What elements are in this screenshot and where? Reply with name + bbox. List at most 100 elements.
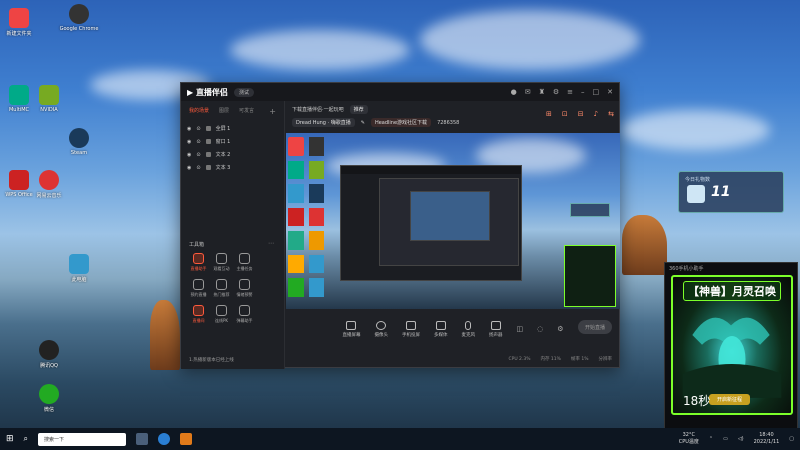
- avatar[interactable]: ●: [511, 88, 517, 96]
- tool-item[interactable]: 弹幕助手: [233, 305, 256, 324]
- edit-icon[interactable]: ✎: [361, 120, 365, 126]
- lock-icon[interactable]: ⊙: [196, 139, 200, 145]
- lock-icon[interactable]: ⊙: [196, 126, 200, 132]
- eye-icon[interactable]: ◉: [187, 165, 191, 171]
- desktop-icon[interactable]: 新建文件夹: [2, 8, 36, 37]
- add-source-icon[interactable]: +: [269, 107, 276, 116]
- eye-icon[interactable]: ◉: [187, 152, 191, 158]
- settings-icon[interactable]: ⚙: [553, 88, 559, 96]
- go-live-button[interactable]: 开始直播: [578, 320, 612, 334]
- preview-gift-overlay: [570, 203, 610, 217]
- tool-item[interactable]: 预约直播: [187, 279, 210, 298]
- stream-title-tag[interactable]: Dread Hung · 嗨歌直播: [292, 118, 355, 127]
- scene-tag[interactable]: 推荐: [349, 105, 368, 114]
- stream-preview[interactable]: [286, 133, 620, 309]
- tool-item[interactable]: [256, 253, 279, 272]
- voice-icon[interactable]: ◌: [537, 325, 543, 333]
- taskbar-search[interactable]: 搜索一下: [38, 432, 127, 446]
- eye-icon[interactable]: ◉: [187, 139, 191, 145]
- app-window: ▶ 直播伴侣 测试 ● ✉ ♜ ⚙ ≡ – □ ✕ 我的场景 图层 可发言 + …: [180, 82, 620, 369]
- network-icon[interactable]: ▭: [723, 436, 728, 442]
- window-icon: [205, 139, 211, 144]
- lock-icon[interactable]: ⊡: [562, 110, 568, 118]
- windows-start-icon[interactable]: ⊞: [6, 434, 14, 444]
- game-ad-widget[interactable]: 360手机小助手 【神兽】月灵召唤 开启新征程 18秒: [664, 262, 798, 430]
- search-icon[interactable]: ⌕: [24, 434, 28, 444]
- tab-scenes[interactable]: 我的场景: [189, 107, 209, 116]
- livestream-app-icon[interactable]: [180, 433, 193, 445]
- tool-item[interactable]: 直播助手: [187, 253, 210, 272]
- desktop-icon[interactable]: 网易云音乐: [32, 170, 66, 199]
- source-item[interactable]: ◉ ⊙ 窗口 1: [181, 135, 284, 148]
- close-icon[interactable]: ✕: [607, 88, 613, 96]
- source-item[interactable]: ◉ ⊙ 全屏 1: [181, 122, 284, 135]
- desktop-icon[interactable]: WPS Office: [2, 170, 36, 198]
- left-panel: 我的场景 图层 可发言 + ◉ ⊙ 全屏 1 ◉ ⊙ 窗口 1 ◉ ⊙ 文本 2 ◉ ⊙ 文本 …: [181, 101, 285, 369]
- tab-layers[interactable]: 图层: [219, 107, 229, 116]
- source-item[interactable]: ◉ ⊙ 文本 3: [181, 161, 284, 174]
- qq-icon: [39, 340, 59, 360]
- more-icon[interactable]: ⋯: [268, 240, 274, 247]
- gear-icon[interactable]: ⚙: [557, 325, 563, 333]
- desktop-icon[interactable]: 此电脑: [62, 254, 96, 283]
- tab-speak[interactable]: 可发言: [239, 107, 254, 116]
- source-item[interactable]: ◉ ⊙ 文本 2: [181, 148, 284, 161]
- tool-item[interactable]: 情绪预警: [233, 279, 256, 298]
- tool-icon: [193, 279, 204, 290]
- minimize-icon[interactable]: –: [581, 88, 585, 96]
- maximize-icon[interactable]: □: [593, 88, 600, 96]
- screen-capture-button[interactable]: 直播屏幕: [342, 320, 360, 338]
- text-icon: [205, 152, 211, 157]
- desktop-icon[interactable]: 微信: [32, 384, 66, 413]
- shirt-icon[interactable]: ♜: [539, 88, 545, 96]
- clock[interactable]: 18:40 2022/1/11: [754, 432, 780, 446]
- folder-icon: [9, 8, 29, 28]
- category-tag[interactable]: Headline游戏社区下载: [370, 118, 432, 127]
- cpu-temp[interactable]: 32°C CPU温度: [679, 432, 699, 446]
- chevron-up-icon[interactable]: ⌃: [709, 436, 713, 442]
- game-cta-button[interactable]: 开启新征程: [709, 394, 751, 405]
- wps-icon: [9, 170, 29, 190]
- record-icon[interactable]: ◫: [516, 325, 523, 333]
- task-view-icon[interactable]: [136, 433, 149, 445]
- lock-icon[interactable]: ⊙: [196, 152, 200, 158]
- tool-item[interactable]: 直播间: [187, 305, 210, 324]
- chrome-icon: [69, 4, 89, 24]
- volume-icon[interactable]: ◁): [738, 436, 744, 442]
- notification-icon[interactable]: ▢: [789, 436, 794, 442]
- tool-item[interactable]: 连线PK: [210, 305, 233, 324]
- microphone-button[interactable]: 麦克风: [461, 320, 475, 338]
- bell-icon[interactable]: ♪: [594, 110, 598, 118]
- eye-icon[interactable]: ◉: [187, 126, 191, 132]
- speaker-button[interactable]: 扬声器: [489, 320, 502, 338]
- desktop-icon[interactable]: Google Chrome: [60, 4, 98, 32]
- lock-icon[interactable]: ⊙: [196, 165, 200, 171]
- main-panel: 下载直播伴侣·一起玩吧 推荐 Dread Hung · 嗨歌直播 ✎ Headl…: [286, 101, 620, 369]
- desktop-icon[interactable]: Steam: [62, 128, 96, 156]
- taskbar: ⊞ ⌕ 搜索一下 32°C CPU温度 ⌃ ▭ ◁) 18:40 2022/1/…: [0, 428, 800, 450]
- desktop-icon[interactable]: 腾讯QQ: [32, 340, 66, 369]
- gift-icon[interactable]: ⊞: [546, 110, 552, 118]
- tool-item[interactable]: [256, 305, 279, 324]
- tool-item[interactable]: 观看互动: [210, 253, 233, 272]
- share-icon[interactable]: ⇆: [608, 110, 614, 118]
- tool-item[interactable]: 热门推荐: [210, 279, 233, 298]
- edge-icon[interactable]: [158, 433, 171, 445]
- phone-cast-button[interactable]: 手机投屏: [402, 320, 420, 338]
- game-artwork: 【神兽】月灵召唤 开启新征程 18秒: [671, 275, 793, 415]
- system-tray: 32°C CPU温度 ⌃ ▭ ◁) 18:40 2022/1/11 ▢: [679, 432, 794, 446]
- desktop-icon[interactable]: NVIDIA: [32, 85, 66, 113]
- mail-icon[interactable]: ✉: [525, 88, 531, 96]
- media-button[interactable]: 多媒体: [434, 320, 447, 338]
- tool-item[interactable]: [256, 279, 279, 298]
- fullscreen-icon[interactable]: ⊟: [578, 110, 584, 118]
- preview-game-overlay: [564, 245, 616, 307]
- gift-counter-widget[interactable]: 今日礼物数 11: [678, 171, 784, 213]
- tool-item[interactable]: 主播任务: [233, 253, 256, 272]
- desktop-icon[interactable]: MultiMC: [2, 85, 36, 113]
- camera-button[interactable]: 摄像头: [374, 320, 388, 338]
- footer-note[interactable]: 1.热播新版本已经上线: [189, 357, 234, 363]
- version-pill[interactable]: 测试: [233, 87, 254, 97]
- menu-icon[interactable]: ≡: [567, 88, 573, 96]
- music-icon: [39, 170, 59, 190]
